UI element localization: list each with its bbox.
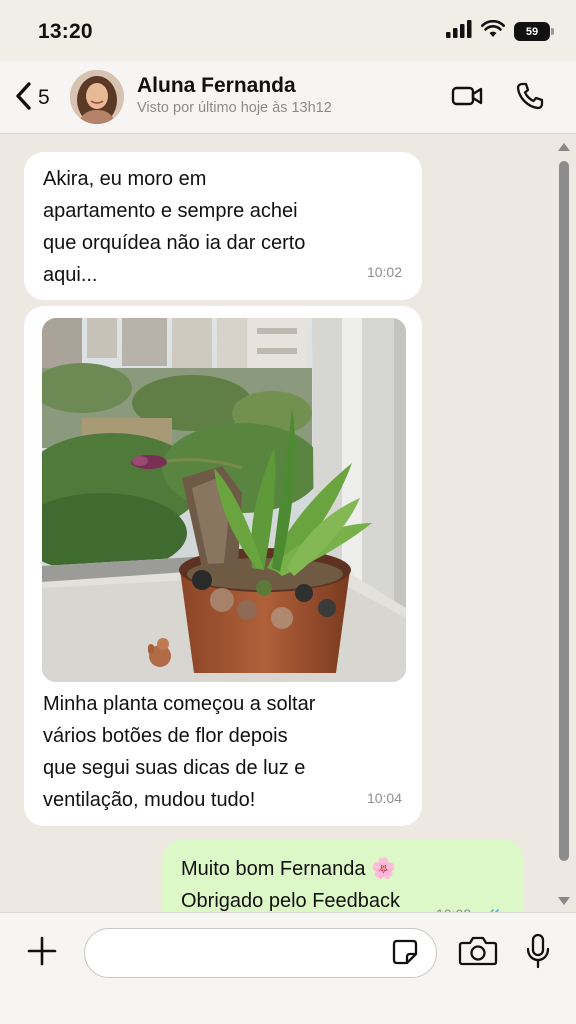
message-time: 10:08	[436, 898, 471, 912]
photo-caption: Minha planta começou a soltar vários bot…	[43, 693, 316, 811]
microphone-icon	[525, 933, 551, 974]
status-time: 13:20	[38, 20, 93, 43]
camera-icon	[458, 935, 498, 972]
message-bubble-incoming[interactable]: Akira, eu moro em apartamento e sempre a…	[24, 152, 422, 300]
message-text: Akira, eu moro em apartamento e sempre a…	[43, 168, 306, 286]
microphone-button[interactable]	[520, 931, 556, 975]
scrollbar-thumb[interactable]	[559, 161, 569, 861]
video-call-button[interactable]	[449, 80, 485, 116]
sticker-button[interactable]	[388, 937, 422, 971]
message-bubble-photo[interactable]: Minha planta começou a soltar vários bot…	[24, 306, 422, 826]
scroll-down-arrow[interactable]	[558, 897, 570, 905]
status-icons: 59	[446, 19, 554, 43]
message-time: 10:04	[366, 790, 402, 806]
video-call-icon	[451, 85, 483, 112]
message-input[interactable]	[84, 928, 437, 978]
unread-count: 5	[38, 86, 50, 109]
avatar[interactable]	[70, 70, 124, 124]
sticker-icon	[391, 938, 419, 971]
wifi-icon	[481, 19, 505, 43]
contact-name[interactable]: Aluna Fernanda	[137, 74, 296, 98]
chat-messages[interactable]: Akira, eu moro em apartamento e sempre a…	[0, 135, 576, 912]
phone-icon	[515, 81, 545, 116]
voice-call-button[interactable]	[512, 80, 548, 116]
orchid-photo[interactable]	[42, 318, 406, 682]
battery-icon: 59	[514, 22, 554, 41]
attach-button[interactable]	[22, 933, 62, 973]
message-input-bar	[0, 912, 576, 1024]
plus-icon	[27, 936, 57, 971]
scroll-up-arrow[interactable]	[558, 143, 570, 151]
chevron-left-icon	[14, 81, 34, 116]
back-button[interactable]: 5	[14, 76, 50, 120]
status-bar: 13:20 59	[0, 0, 576, 62]
read-receipt-icon	[481, 900, 503, 912]
battery-level: 59	[525, 25, 539, 38]
chat-screen: 13:20 59 5 Aluna Fernanda Visto por últi…	[0, 0, 576, 1024]
signal-icon	[446, 20, 472, 43]
last-seen-status: Visto por último hoje às 13h12	[137, 100, 332, 116]
scrollbar[interactable]	[556, 143, 572, 905]
message-bubble-outgoing[interactable]: Muito bom Fernanda 🌸 Obrigado pelo Feedb…	[162, 840, 524, 912]
chat-header: 5 Aluna Fernanda Visto por último hoje à…	[0, 62, 576, 134]
message-time: 10:02	[366, 264, 402, 280]
camera-button[interactable]	[456, 933, 500, 973]
